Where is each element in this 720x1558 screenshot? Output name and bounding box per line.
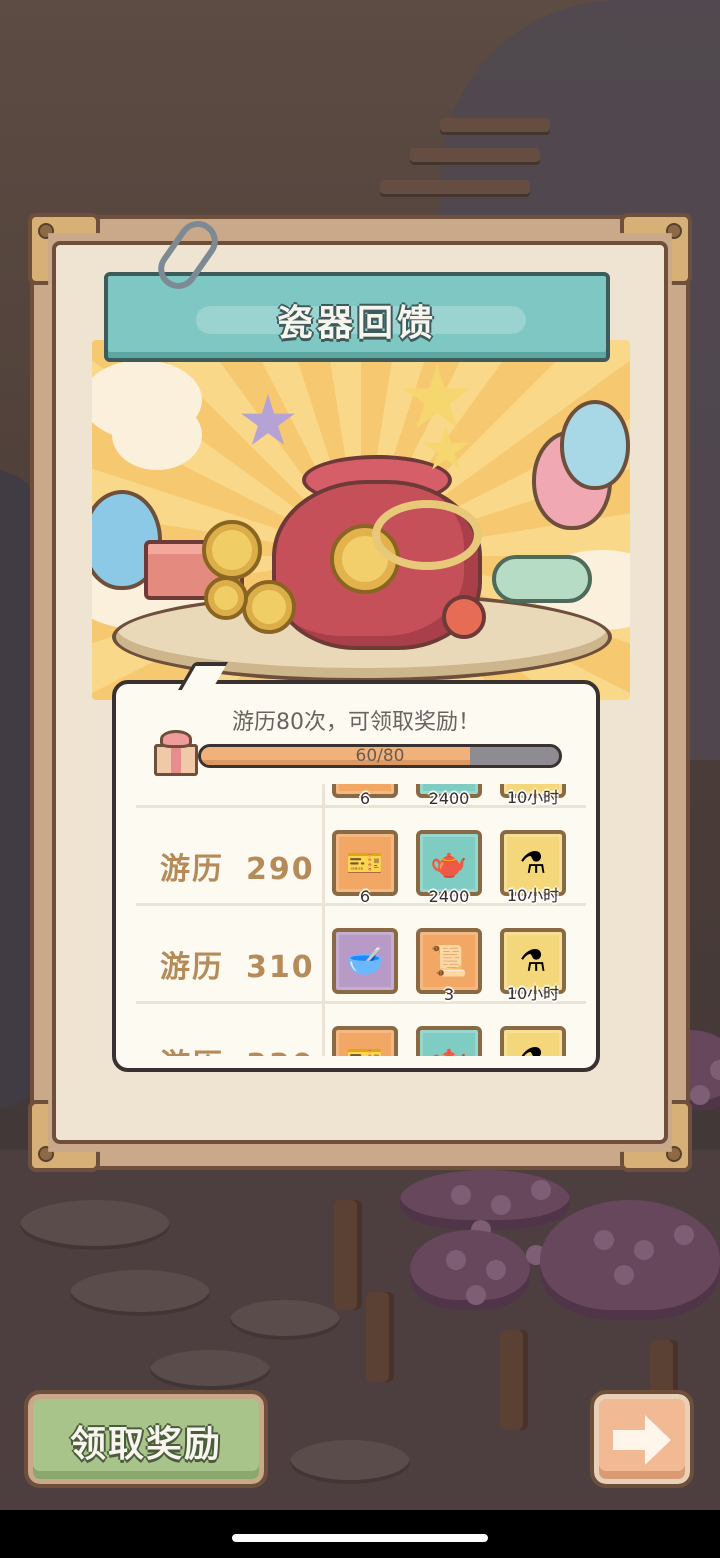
balloon-icon — [560, 400, 630, 490]
tier-label-prefix: 游历 — [160, 852, 224, 887]
home-indicator[interactable] — [232, 1534, 488, 1542]
ornament-ball-icon — [442, 595, 486, 639]
reward-quantity: 10小时 — [506, 886, 560, 905]
star-icon — [403, 364, 471, 428]
tier-list-content: 游历270🎫6🫖2400⚗10小时游历290🎫6🫖2400⚗10小时游历310🥣… — [136, 784, 586, 1056]
progress-bar: 60/80 — [198, 744, 562, 768]
page-title: 瓷器回馈 — [276, 303, 437, 344]
reward-slot[interactable]: ⚗ 10小时 — [500, 830, 566, 905]
reward-card: 游历80次，可领取奖励！ 60/80 游历270🎫6🫖2400⚗10小时游历29… — [112, 680, 600, 1072]
claim-reward-label: 领取奖励 — [69, 1424, 222, 1465]
tier-label: 游历 270 — [160, 784, 315, 790]
gift-bow — [160, 730, 192, 748]
arrow-right-icon — [613, 1415, 671, 1465]
tier-threshold: 290 — [246, 852, 315, 887]
molecule-icon: ⚗ — [519, 846, 547, 881]
molecule-icon: ⚗ — [519, 944, 547, 979]
teapot-icon: 🫖 — [420, 1040, 478, 1056]
tier-label: 游历 290 — [160, 844, 315, 888]
reward-quantity: 6 — [359, 789, 371, 808]
gold-coin-icon — [204, 576, 248, 620]
reward-slot[interactable]: 🎫6 — [332, 784, 398, 808]
reward-quantity: 10小时 — [506, 788, 560, 807]
reward-quantity: 10小时 — [506, 984, 560, 1003]
teapot-icon: 🫖 — [420, 784, 478, 786]
reward-slot[interactable]: ⚗10小时 — [500, 1026, 566, 1056]
reward-slot[interactable]: 🫖2400 — [416, 1026, 482, 1056]
gold-coin-icon — [242, 580, 296, 634]
gift-box-body — [154, 744, 198, 776]
molecule-icon: ⚗ — [504, 1040, 562, 1056]
tier-label: 游历 330 — [160, 1040, 315, 1056]
teapot-icon: 🫖 — [430, 846, 468, 881]
scroll-roll-icon — [492, 555, 592, 603]
progress-text: 60/80 — [355, 746, 405, 766]
tier-row: 游历 330 🎫6 🫖2400 ⚗10小时 — [136, 1004, 586, 1056]
star-icon — [241, 394, 295, 445]
ticket-icon: 🎫 — [336, 784, 394, 786]
next-button[interactable] — [590, 1390, 694, 1488]
bag-rope — [372, 500, 482, 570]
event-illustration — [92, 340, 630, 700]
reward-slot[interactable]: ⚗10小时 — [500, 784, 566, 807]
tier-threshold: 330 — [246, 1048, 315, 1056]
gold-coin-icon — [202, 520, 262, 580]
tier-column-divider — [322, 906, 325, 1001]
ticket-icon: 🎫 — [336, 1040, 394, 1056]
reward-slot[interactable]: 🎫6 — [332, 830, 398, 906]
reward-slot[interactable]: 📜 3 — [416, 928, 482, 1004]
tier-row: 游历 290 🎫 6 🫖 2400 ⚗ 10小时 — [136, 808, 586, 906]
tier-threshold: 310 — [246, 950, 315, 985]
reward-slot[interactable]: 🥣 — [332, 928, 398, 994]
tier-label-prefix: 游历 — [160, 950, 224, 985]
reward-slot[interactable]: 🫖 2400 — [416, 784, 482, 808]
reward-slot[interactable]: 🎫6 — [332, 1026, 398, 1056]
claim-reward-button[interactable]: 领取奖励 — [24, 1390, 268, 1488]
tier-label-prefix: 游历 — [160, 1048, 224, 1056]
reward-quantity: 2400 — [428, 789, 470, 808]
reward-slot[interactable]: ⚗ 10小时 — [500, 928, 566, 1003]
tier-column-divider — [322, 808, 325, 903]
reward-slot[interactable]: 🫖 2400 — [416, 830, 482, 906]
reward-quantity: 2400 — [428, 887, 470, 906]
tier-label: 游历 310 — [160, 942, 315, 986]
tier-list[interactable]: 游历270🎫6🫖2400⚗10小时游历290🎫6🫖2400⚗10小时游历310🥣… — [136, 784, 586, 1056]
reward-quantity: 6 — [359, 887, 371, 906]
cloud — [112, 400, 202, 470]
gift-icon — [150, 728, 202, 778]
tier-column-divider — [322, 1004, 325, 1056]
tier-threshold: 270 — [246, 784, 315, 789]
bowl-icon: 🥣 — [346, 944, 384, 979]
scroll-icon: 📜 — [430, 944, 468, 979]
tier-column-divider — [322, 784, 325, 805]
reward-quantity: 3 — [443, 985, 455, 1004]
tier-row: 游历270🎫6🫖2400⚗10小时 — [136, 784, 586, 808]
tier-label-prefix: 游历 — [160, 784, 224, 789]
tier-row: 游历 310 🥣 📜 3 ⚗ 10小时 — [136, 906, 586, 1004]
ticket-icon: 🎫 — [346, 846, 384, 881]
